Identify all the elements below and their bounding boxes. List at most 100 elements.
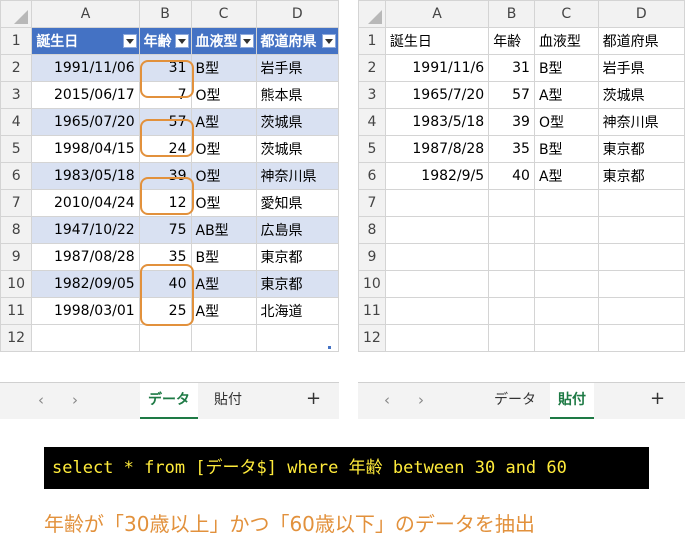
- cell[interactable]: [488, 216, 535, 244]
- age-cell[interactable]: 35: [488, 135, 535, 163]
- row-header[interactable]: 6: [358, 162, 386, 190]
- prefecture-cell[interactable]: 東京都: [597, 162, 685, 190]
- table-header-cell[interactable]: 血液型: [190, 27, 257, 55]
- blood-type-cell[interactable]: B型: [533, 135, 599, 163]
- row-header[interactable]: 4: [358, 108, 386, 136]
- cell[interactable]: [597, 324, 685, 352]
- blood-type-cell[interactable]: O型: [190, 135, 257, 163]
- birth-date-cell[interactable]: 1987/08/28: [31, 243, 140, 271]
- row-header[interactable]: 12: [358, 324, 386, 352]
- row-header[interactable]: 10: [358, 270, 386, 298]
- row-header[interactable]: 11: [0, 297, 33, 325]
- prefecture-cell[interactable]: 北海道: [255, 297, 339, 325]
- row-header[interactable]: 2: [0, 54, 33, 82]
- age-cell[interactable]: 39: [488, 108, 535, 136]
- tab-scroll-left-icon[interactable]: ‹: [38, 391, 44, 409]
- tab-scroll-right-icon[interactable]: ›: [418, 391, 424, 409]
- blood-type-cell[interactable]: A型: [190, 108, 257, 136]
- cell[interactable]: [488, 243, 535, 271]
- column-header-c[interactable]: C: [190, 0, 257, 28]
- row-header[interactable]: 8: [0, 216, 33, 244]
- row-header[interactable]: 3: [0, 81, 33, 109]
- cell[interactable]: [138, 324, 192, 352]
- header-cell[interactable]: 年齢: [488, 27, 535, 55]
- cell[interactable]: [384, 297, 490, 325]
- filter-dropdown-icon[interactable]: [322, 34, 336, 48]
- prefecture-cell[interactable]: 茨城県: [255, 135, 339, 163]
- age-cell[interactable]: 75: [138, 216, 192, 244]
- cell[interactable]: [384, 324, 490, 352]
- cell[interactable]: [533, 297, 599, 325]
- tab-data[interactable]: データ: [486, 383, 544, 417]
- prefecture-cell[interactable]: 愛知県: [255, 189, 339, 217]
- tab-data[interactable]: データ: [140, 383, 198, 419]
- add-sheet-icon[interactable]: +: [306, 388, 321, 409]
- select-all-corner[interactable]: [358, 0, 386, 28]
- row-header[interactable]: 1: [0, 27, 33, 55]
- birth-date-cell[interactable]: 2010/04/24: [31, 189, 140, 217]
- age-cell[interactable]: 40: [488, 162, 535, 190]
- column-header-b[interactable]: B: [138, 0, 192, 28]
- blood-type-cell[interactable]: A型: [190, 270, 257, 298]
- row-header[interactable]: 7: [358, 189, 386, 217]
- tab-scroll-left-icon[interactable]: ‹: [384, 391, 390, 409]
- blood-type-cell[interactable]: O型: [533, 108, 599, 136]
- age-cell[interactable]: 57: [488, 81, 535, 109]
- cell[interactable]: [533, 324, 599, 352]
- blood-type-cell[interactable]: B型: [190, 54, 257, 82]
- column-header-a[interactable]: A: [384, 0, 490, 28]
- prefecture-cell[interactable]: 東京都: [255, 243, 339, 271]
- tab-paste[interactable]: 貼付: [550, 383, 594, 419]
- birth-date-cell[interactable]: 1947/10/22: [31, 216, 140, 244]
- cell[interactable]: [384, 243, 490, 271]
- cell[interactable]: [597, 243, 685, 271]
- row-header[interactable]: 8: [358, 216, 386, 244]
- blood-type-cell[interactable]: O型: [190, 189, 257, 217]
- birth-date-cell[interactable]: 1982/9/5: [384, 162, 490, 190]
- row-header[interactable]: 6: [0, 162, 33, 190]
- prefecture-cell[interactable]: 東京都: [255, 270, 339, 298]
- header-cell[interactable]: 都道府県: [597, 27, 685, 55]
- blood-type-cell[interactable]: B型: [190, 243, 257, 271]
- header-cell[interactable]: 誕生日: [384, 27, 490, 55]
- table-header-cell[interactable]: 都道府県: [255, 27, 339, 55]
- cell[interactable]: [488, 297, 535, 325]
- birth-date-cell[interactable]: 1998/04/15: [31, 135, 140, 163]
- cell[interactable]: [488, 189, 535, 217]
- birth-date-cell[interactable]: 1987/8/28: [384, 135, 490, 163]
- row-header[interactable]: 5: [358, 135, 386, 163]
- row-header[interactable]: 9: [358, 243, 386, 271]
- blood-type-cell[interactable]: A型: [190, 297, 257, 325]
- tab-paste[interactable]: 貼付: [206, 383, 250, 417]
- prefecture-cell[interactable]: 岩手県: [597, 54, 685, 82]
- prefecture-cell[interactable]: 茨城県: [255, 108, 339, 136]
- cell[interactable]: [384, 270, 490, 298]
- cell[interactable]: [597, 189, 685, 217]
- cell[interactable]: [488, 324, 535, 352]
- blood-type-cell[interactable]: O型: [190, 162, 257, 190]
- cell[interactable]: [597, 270, 685, 298]
- row-header[interactable]: 11: [358, 297, 386, 325]
- cell[interactable]: [533, 189, 599, 217]
- column-header-a[interactable]: A: [31, 0, 140, 28]
- row-header[interactable]: 5: [0, 135, 33, 163]
- cell[interactable]: [533, 243, 599, 271]
- add-sheet-icon[interactable]: +: [650, 388, 665, 409]
- row-header[interactable]: 3: [358, 81, 386, 109]
- prefecture-cell[interactable]: 東京都: [597, 135, 685, 163]
- column-header-d[interactable]: D: [255, 0, 339, 28]
- row-header[interactable]: 10: [0, 270, 33, 298]
- prefecture-cell[interactable]: 広島県: [255, 216, 339, 244]
- cell[interactable]: [384, 216, 490, 244]
- cell[interactable]: [384, 189, 490, 217]
- blood-type-cell[interactable]: O型: [190, 81, 257, 109]
- cell[interactable]: [597, 216, 685, 244]
- cell[interactable]: [190, 324, 257, 352]
- row-header[interactable]: 4: [0, 108, 33, 136]
- prefecture-cell[interactable]: 神奈川県: [597, 108, 685, 136]
- cell[interactable]: [533, 216, 599, 244]
- row-header[interactable]: 2: [358, 54, 386, 82]
- prefecture-cell[interactable]: 岩手県: [255, 54, 339, 82]
- column-header-d[interactable]: D: [597, 0, 685, 28]
- prefecture-cell[interactable]: 神奈川県: [255, 162, 339, 190]
